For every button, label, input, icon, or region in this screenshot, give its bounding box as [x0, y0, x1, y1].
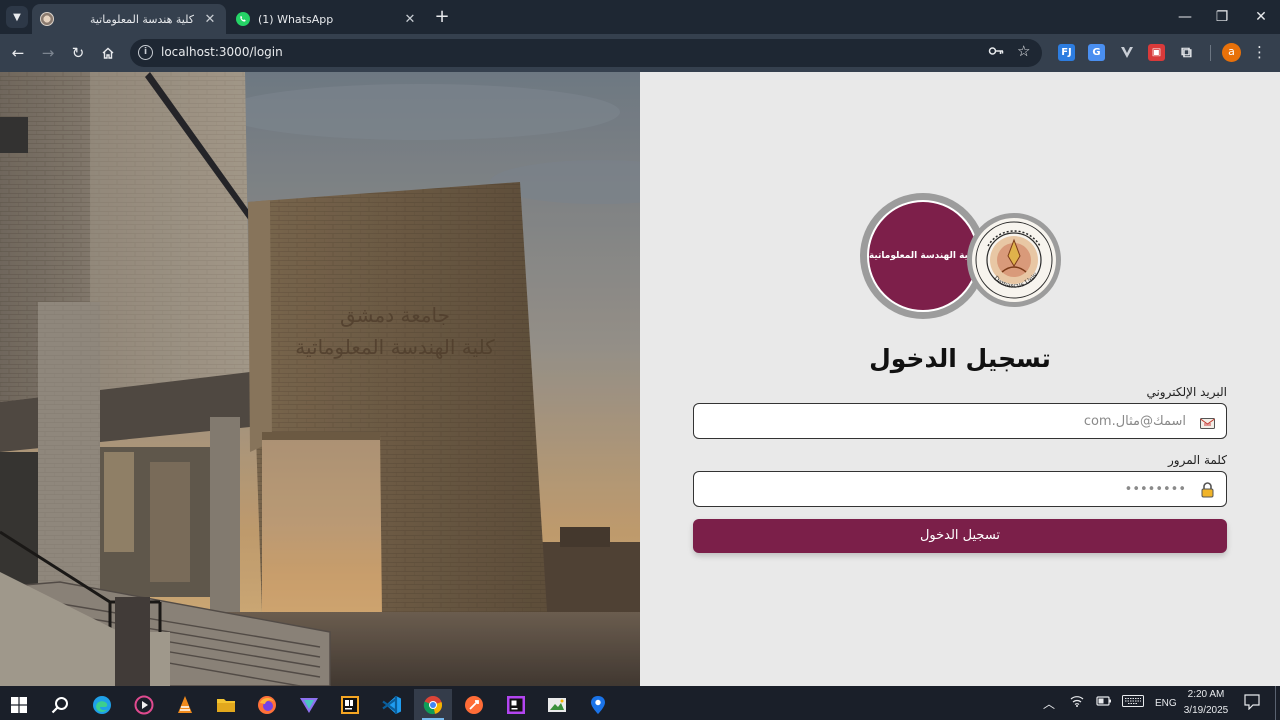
minimize-icon[interactable]: —: [1170, 6, 1200, 28]
back-icon[interactable]: ←: [7, 42, 29, 64]
tray-overflow-icon[interactable]: ︿: [1043, 695, 1055, 712]
login-button[interactable]: تسجيل الدخول: [693, 519, 1227, 553]
login-page: جامعة دمشق كلية الهندسة المعلوماتية كلية…: [0, 72, 1280, 686]
site-info-icon[interactable]: i: [138, 45, 153, 60]
envelope-icon: [1200, 415, 1215, 429]
vscode-icon[interactable]: [373, 689, 411, 720]
password-field[interactable]: [704, 480, 1186, 498]
page-title: تسجيل الدخول: [869, 344, 1051, 373]
edge-icon[interactable]: [83, 689, 121, 720]
login-form-panel: كلية الهندسة المعلوماتية Damascus Univ ت…: [640, 72, 1280, 686]
vpn-ext-icon[interactable]: [1118, 44, 1135, 61]
bookmark-star-icon[interactable]: ☆: [1017, 42, 1030, 60]
password-field-wrapper: [693, 471, 1227, 507]
show-desktop-divider[interactable]: [1275, 686, 1276, 720]
dictionary-ext-icon[interactable]: G: [1088, 44, 1105, 61]
close-window-icon[interactable]: ✕: [1246, 6, 1276, 28]
university-seal-icon: Damascus University: [969, 212, 1053, 299]
password-label: كلمة المرور: [1167, 453, 1227, 467]
translate-ext-icon[interactable]: FJ: [1058, 44, 1075, 61]
search-icon[interactable]: [41, 689, 79, 720]
lock-icon: [1200, 482, 1215, 498]
media-player-icon[interactable]: [125, 689, 163, 720]
chrome-icon[interactable]: [414, 689, 452, 720]
gift-ext-icon[interactable]: ▣: [1148, 44, 1165, 61]
wifi-icon[interactable]: [1070, 695, 1084, 710]
clock-date[interactable]: 3/19/2025: [1181, 705, 1231, 716]
address-bar[interactable]: i localhost:3000/login ☆: [130, 39, 1042, 67]
home-icon[interactable]: [97, 42, 119, 64]
email-label: البريد الإلكتروني: [1146, 385, 1227, 399]
university-logo: Damascus University: [967, 212, 1061, 307]
faculty-building-photo: جامعة دمشق كلية الهندسة المعلوماتية: [0, 72, 640, 686]
close-tab-icon[interactable]: ✕: [402, 12, 418, 27]
profile-avatar[interactable]: a: [1222, 43, 1241, 62]
close-tab-icon[interactable]: ✕: [202, 12, 218, 27]
tab-title: كلية هندسة المعلوماتية: [89, 12, 194, 26]
faculty-logo-icon: [40, 12, 54, 26]
faculty-logo-text: كلية الهندسة المعلوماتية: [868, 251, 978, 261]
snipping-tool-icon[interactable]: [538, 689, 576, 720]
new-tab-button[interactable]: +: [432, 8, 452, 28]
start-icon[interactable]: [0, 689, 38, 720]
tab-whatsapp[interactable]: (1) WhatsApp ✕: [228, 4, 426, 34]
clock-time[interactable]: 2:20 AM: [1186, 689, 1226, 700]
url-text[interactable]: localhost:3000/login: [161, 45, 283, 59]
toolbar-divider: [1210, 45, 1211, 61]
battery-icon[interactable]: [1096, 695, 1112, 710]
tab-strip: ▼ كلية هندسة المعلوماتية ✕ (1) WhatsApp …: [0, 0, 1280, 34]
reload-icon[interactable]: ↻: [67, 42, 89, 64]
windows-taskbar: ︿ ENG 2:20 AM 3/19/2025: [0, 686, 1280, 720]
jetbrains-toolbox-icon[interactable]: [331, 689, 369, 720]
tab-title: (1) WhatsApp: [258, 12, 334, 26]
vlc-icon[interactable]: [166, 689, 204, 720]
browser-menu-icon[interactable]: ⋮: [1252, 43, 1267, 62]
password-key-icon[interactable]: [988, 44, 1004, 62]
email-field[interactable]: [704, 412, 1186, 430]
postman-icon[interactable]: [455, 689, 493, 720]
notifications-icon[interactable]: [1244, 694, 1260, 713]
keyboard-icon[interactable]: [1122, 695, 1144, 710]
puzzle-extensions-icon[interactable]: ⧉: [1178, 44, 1195, 61]
tab-faculty[interactable]: كلية هندسة المعلوماتية ✕: [32, 4, 226, 34]
firefox-icon[interactable]: [248, 689, 286, 720]
tab-search-button[interactable]: ▼: [6, 6, 28, 28]
file-explorer-icon[interactable]: [207, 689, 245, 720]
language-indicator[interactable]: ENG: [1155, 698, 1177, 709]
logos: كلية الهندسة المعلوماتية Damascus Univ: [860, 193, 1062, 321]
browser-toolbar: ← → ↻ i localhost:3000/login ☆ FJ G ▣ ⧉ …: [0, 34, 1280, 72]
forward-icon[interactable]: →: [37, 42, 59, 64]
restore-icon[interactable]: ❐: [1207, 6, 1237, 28]
whatsapp-icon: [236, 12, 250, 26]
maps-icon[interactable]: [579, 689, 617, 720]
email-field-wrapper: [693, 403, 1227, 439]
phpstorm-icon[interactable]: [497, 689, 535, 720]
proton-vpn-icon[interactable]: [290, 689, 328, 720]
